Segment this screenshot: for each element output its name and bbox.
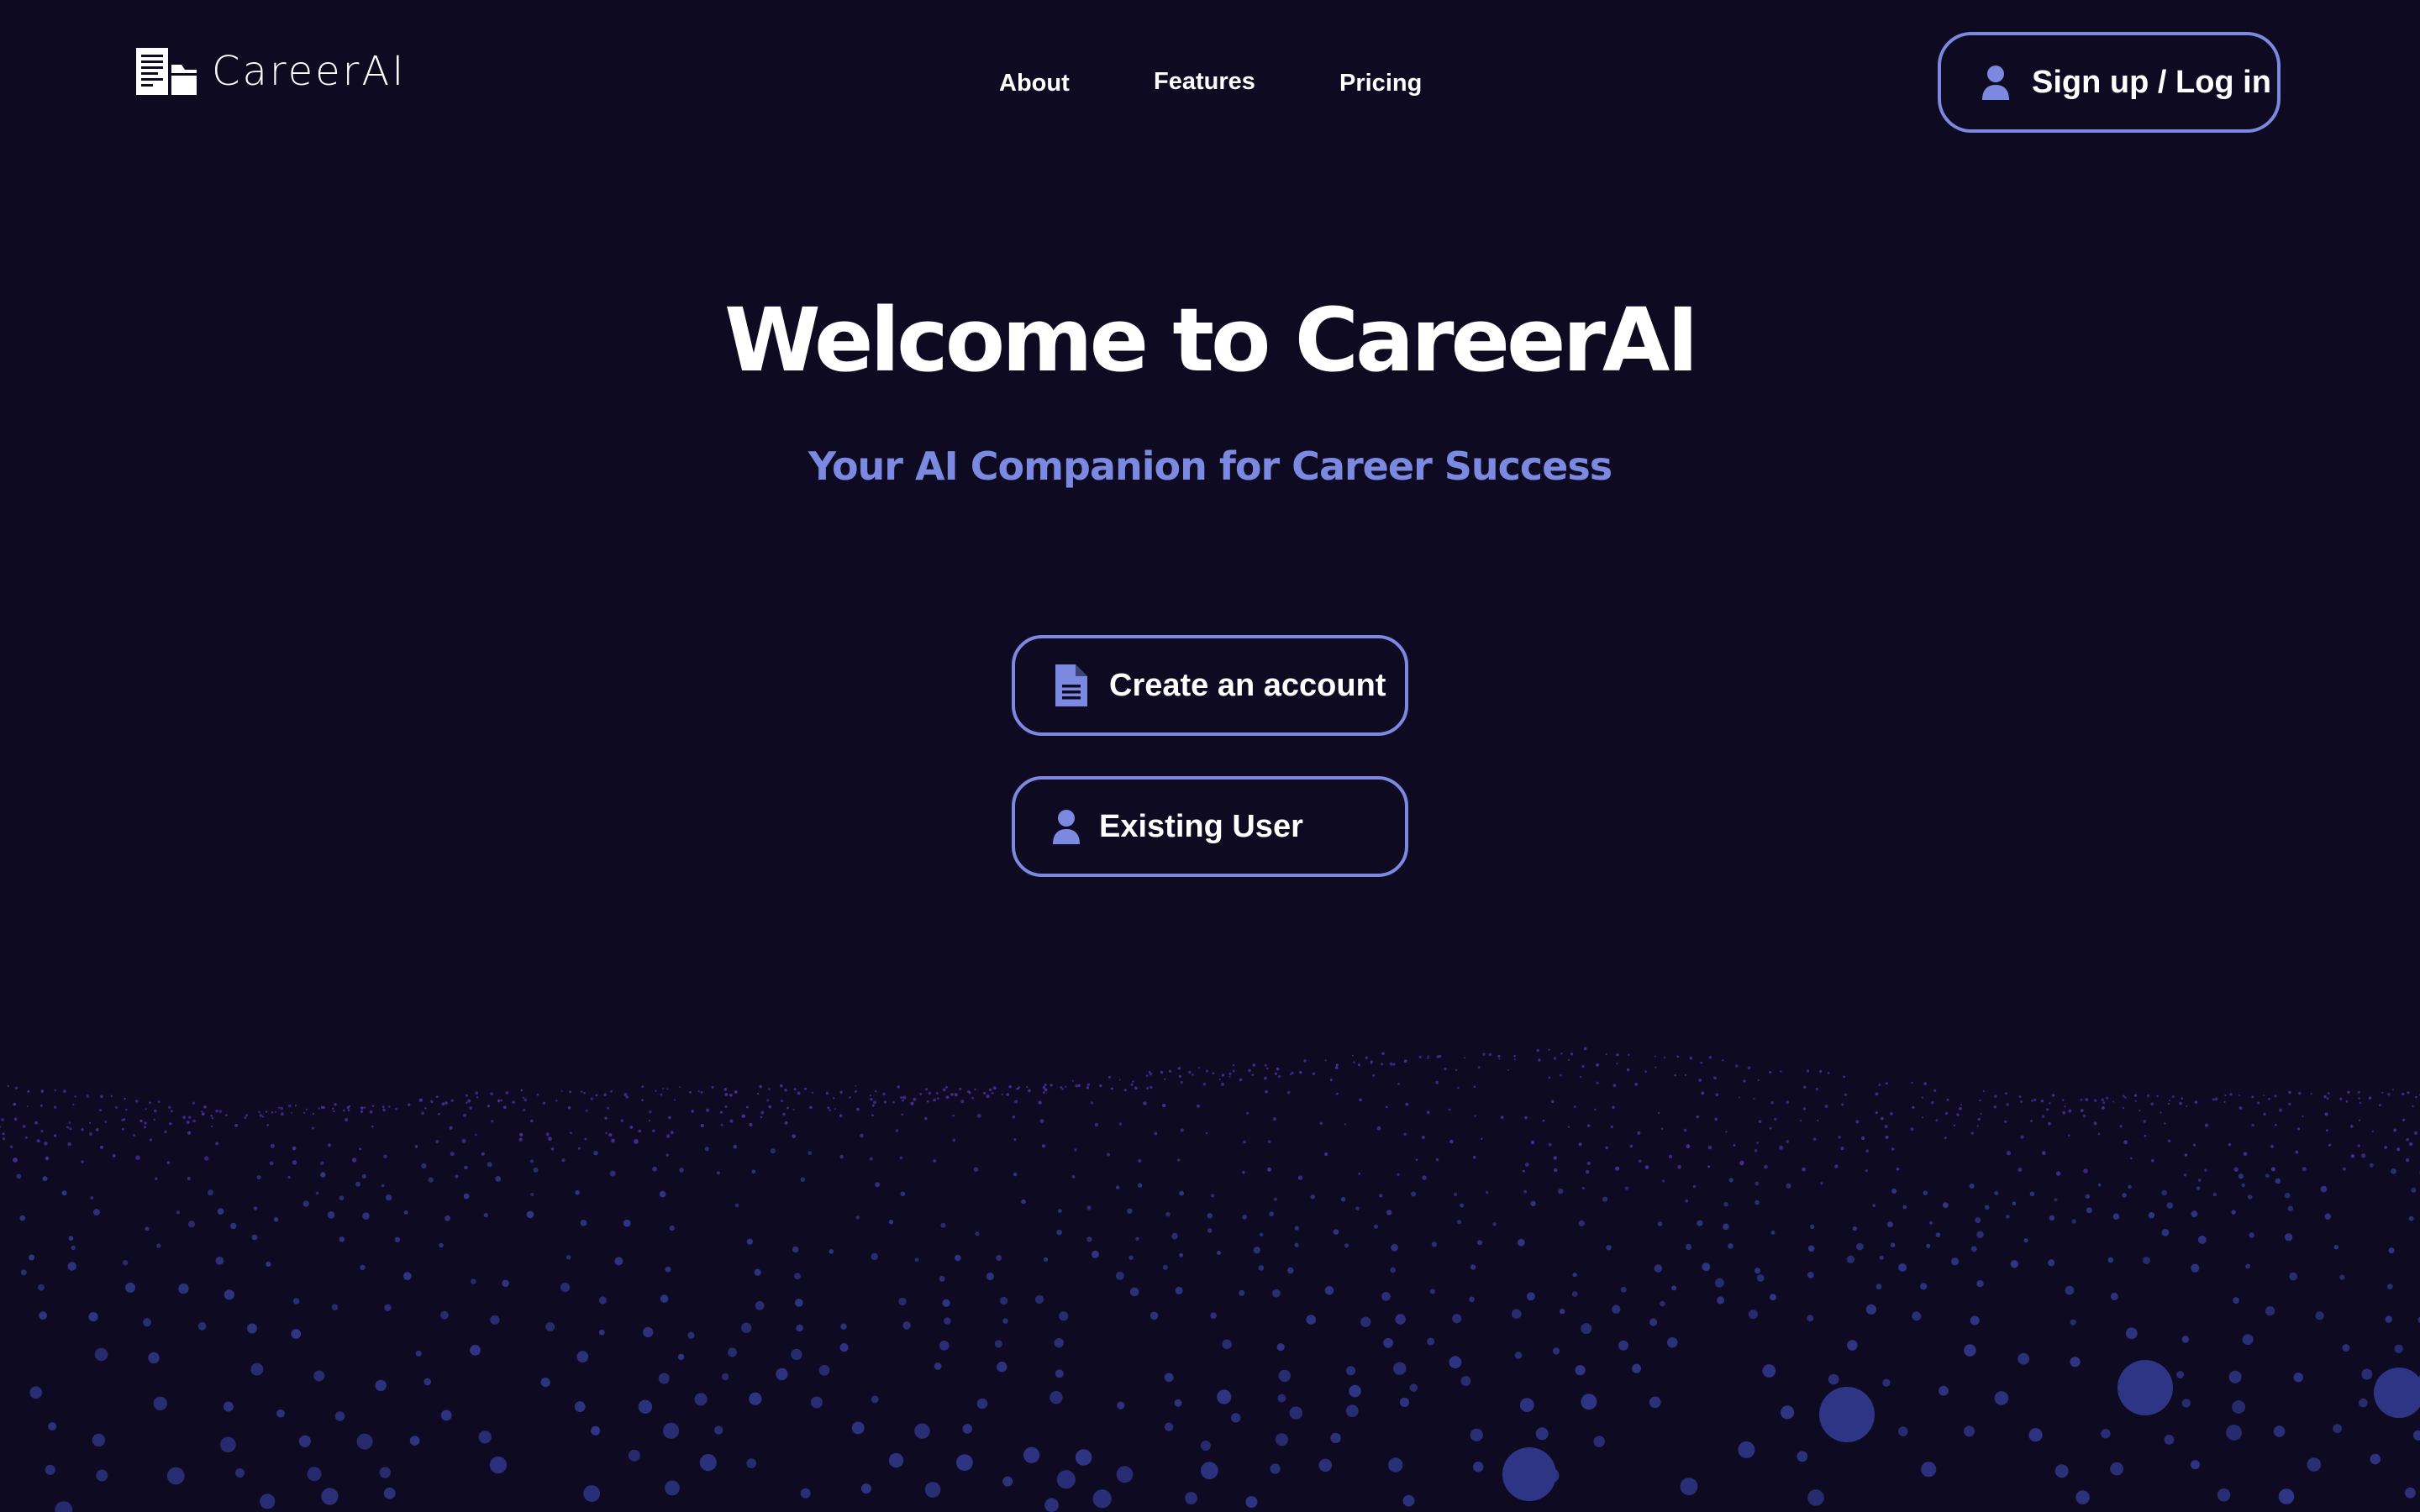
create-account-button[interactable]: Create an account <box>1012 635 1408 736</box>
nav-link-about[interactable]: About <box>999 62 1070 104</box>
signup-login-button[interactable]: Sign up / Log in <box>1938 32 2281 133</box>
nav-link-pricing[interactable]: Pricing <box>1339 62 1422 104</box>
document-icon <box>1054 664 1087 706</box>
create-account-label: Create an account <box>1109 667 1386 703</box>
hero-title: Welcome to CareerAI <box>723 289 1699 391</box>
existing-user-button[interactable]: Existing User <box>1012 776 1408 877</box>
particle-wave-background <box>0 1047 2420 1512</box>
existing-user-label: Existing User <box>1099 808 1303 844</box>
user-icon <box>1981 65 2010 100</box>
nav-link-features[interactable]: Features <box>1154 60 1255 102</box>
hero-subtitle: Your AI Companion for Career Success <box>808 444 1612 489</box>
navbar: CareerAI About Features Pricing Sign up … <box>0 0 2420 168</box>
signup-login-label: Sign up / Log in <box>2032 64 2271 100</box>
user-icon <box>1052 809 1081 844</box>
